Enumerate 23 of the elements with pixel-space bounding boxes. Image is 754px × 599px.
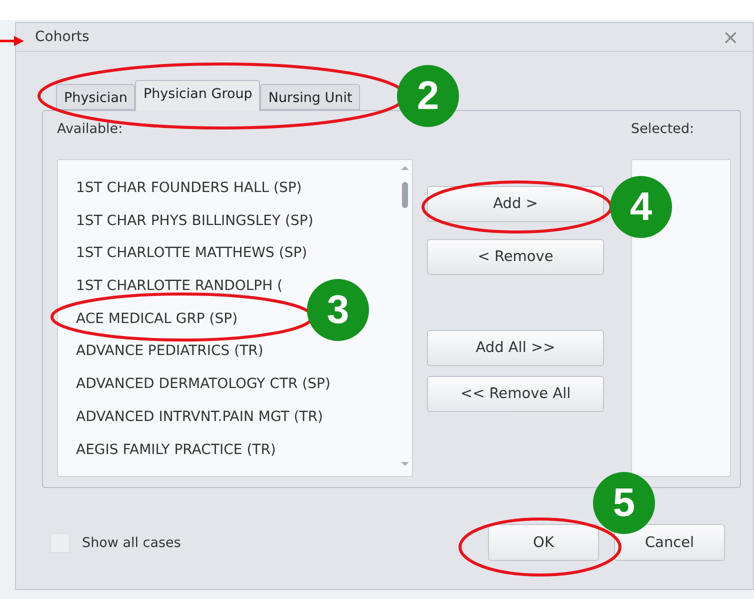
arrow-icon: [0, 36, 24, 46]
selected-label: Selected:: [631, 121, 696, 139]
list-item[interactable]: ADVANCED DERMATOLOGY CTR (SP): [76, 369, 330, 402]
move-button[interactable]: Add All >>: [427, 330, 604, 366]
checkbox-label: Show all cases: [82, 534, 181, 550]
window-title: Cohorts: [35, 29, 90, 45]
list-item[interactable]: 1ST CHAR PHYS BILLINGSLEY (SP): [76, 206, 314, 238]
list-item[interactable]: ACE MEDICAL GRP (SP): [76, 304, 238, 336]
move-button[interactable]: Add >: [427, 186, 604, 222]
list-item[interactable]: 1ST CHAR FOUNDERS HALL (SP): [76, 173, 302, 206]
available-label: Available:: [57, 121, 124, 139]
list-item[interactable]: 1ST CHARLOTTE RANDOLPH (: [76, 271, 283, 304]
move-button[interactable]: << Remove All: [427, 376, 604, 412]
list-item[interactable]: 1ST CHARLOTTE MATTHEWS (SP): [76, 238, 308, 272]
tab[interactable]: Nursing Unit: [260, 84, 360, 110]
tab[interactable]: Physician: [56, 84, 136, 110]
list-item[interactable]: ADVANCE PEDIATRICS (TR): [76, 336, 264, 370]
tab[interactable]: Physician Group: [135, 80, 260, 111]
list-item[interactable]: ADVANCED INTRVNT.PAIN MGT (TR): [76, 402, 324, 434]
cancel-button[interactable]: Cancel: [614, 524, 725, 561]
move-button[interactable]: < Remove: [427, 239, 604, 275]
list-item[interactable]: AEGIS FAMILY PRACTICE (TR): [76, 434, 276, 468]
ok-button[interactable]: OK: [488, 524, 599, 561]
